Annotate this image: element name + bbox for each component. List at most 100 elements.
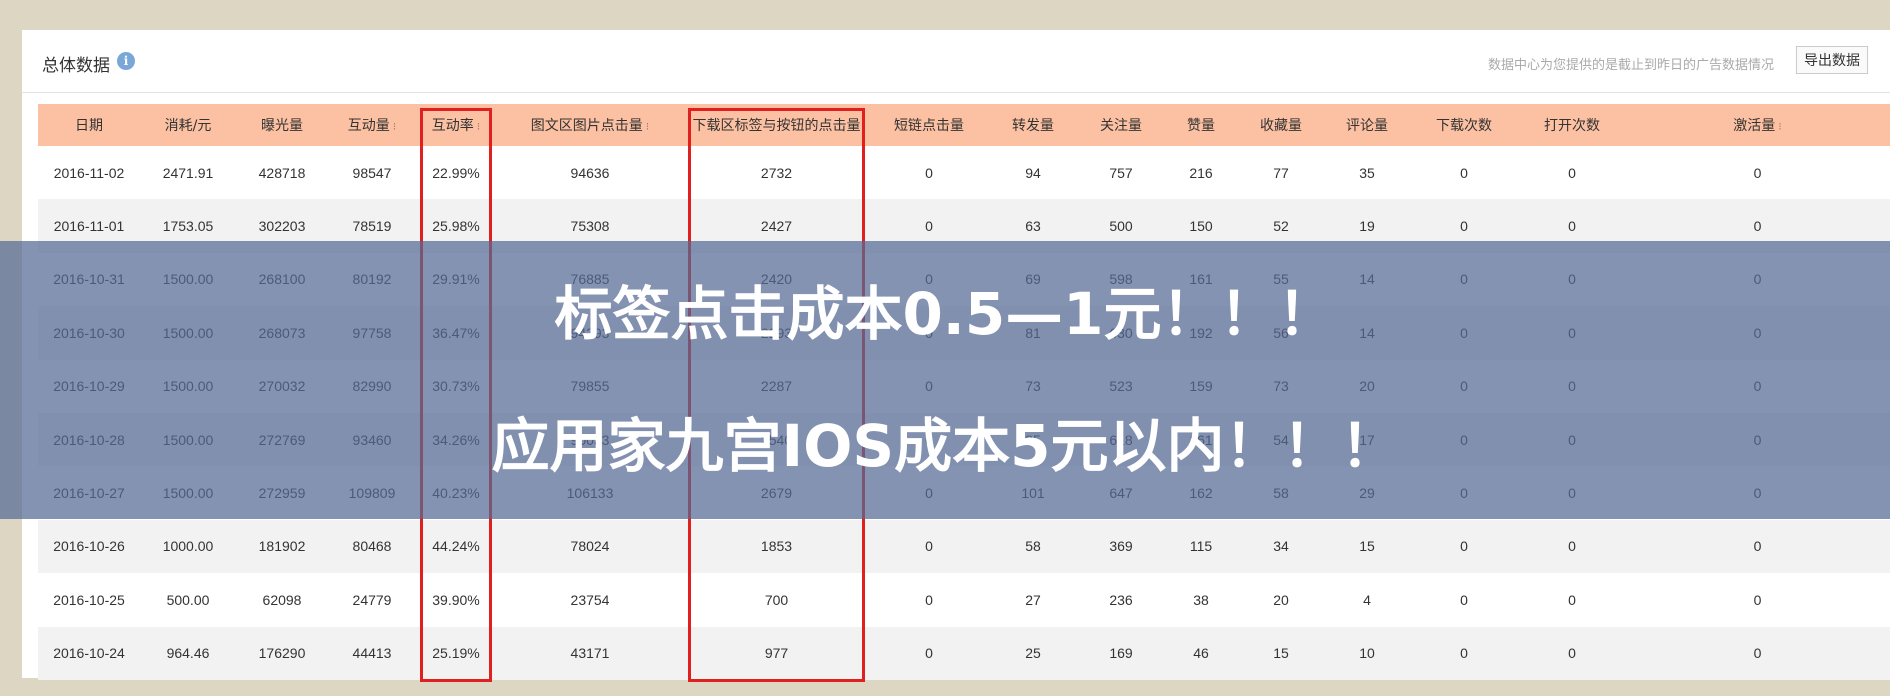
column-header-label: 图文区图片点击量	[530, 118, 643, 134]
column-header: 赞量	[1165, 104, 1237, 146]
table-cell: 35	[1359, 164, 1375, 181]
sort-icon[interactable]: ⁝	[393, 120, 397, 133]
column-header-label: 下载区标签与按钮的点击量	[692, 118, 861, 134]
column-header: 下载次数	[1409, 104, 1519, 146]
table-cell: 977	[684, 626, 869, 680]
column-header-label: 下载次数	[1436, 118, 1492, 134]
column-header: 关注量	[1077, 104, 1165, 146]
panel-title: 总体数据	[42, 56, 110, 76]
table-cell: 2016-10-24	[38, 626, 140, 680]
column-header: 曝光量	[236, 104, 328, 146]
table-cell: 80468	[328, 519, 416, 574]
table-row: 2016-10-25 500.00 62098 24779 39.90% 23754 700…	[38, 573, 1890, 626]
table-cell: 0	[1409, 519, 1519, 574]
column-header-label: 互动率	[431, 118, 474, 134]
column-header-label: 关注量	[1100, 118, 1142, 134]
table-cell: 236	[1109, 591, 1133, 608]
table-cell: 0	[1460, 164, 1468, 181]
column-header-label: 曝光量	[261, 118, 303, 134]
column-header: 短链点击量	[869, 104, 989, 146]
table-cell: 169	[1077, 626, 1165, 680]
table-cell: 0	[869, 626, 989, 680]
column-header[interactable]: 激活量 ⁝	[1625, 104, 1890, 146]
column-header[interactable]: 互动率 ⁝	[416, 104, 496, 146]
column-header-label: 激活量	[1733, 118, 1776, 134]
table-cell: 25	[989, 626, 1077, 680]
promo-line-1: 标签点击成本0.5—1元！！！	[554, 280, 1336, 348]
table-cell: 44413	[328, 626, 416, 680]
sort-icon[interactable]: ⁝	[646, 120, 650, 133]
sort-icon[interactable]: ⁝	[1778, 120, 1782, 133]
table-cell: 0	[1519, 519, 1625, 574]
column-header-label: 评论量	[1346, 118, 1388, 134]
promo-banner-overlay: 标签点击成本0.5—1元！！！ 应用家九宫IOS成本5元以内！！！	[0, 241, 1890, 519]
column-header: 消耗/元	[140, 104, 236, 146]
table-row: 2016-10-24 964.46 176290 44413 25.19% 43171 97…	[38, 626, 1890, 680]
column-header[interactable]: 图文区图片点击量 ⁝	[496, 104, 684, 146]
table-cell: 0	[1519, 626, 1625, 680]
table-cell: 2016-11-02	[53, 164, 125, 181]
sort-icon[interactable]: ⁝	[477, 120, 481, 133]
table-header-row: 日期 消耗/元 曝光量 互动量 ⁝ 互动率 ⁝ 图文区图片点击量 ⁝ 下载区标签与按钮的点击量 短链…	[38, 104, 1890, 146]
table-cell: 15	[1237, 626, 1325, 680]
table-cell: 0	[869, 519, 989, 574]
table-cell: 38	[1193, 591, 1209, 608]
table-cell: 428718	[258, 164, 306, 181]
info-icon[interactable]: i	[117, 52, 135, 70]
column-header-label: 收藏量	[1260, 118, 1302, 134]
column-header-label: 短链点击量	[894, 118, 964, 134]
table-cell: 22.99%	[432, 164, 480, 181]
table-cell: 1853	[684, 519, 869, 574]
column-header: 日期	[38, 104, 140, 146]
table-cell: 15	[1325, 519, 1409, 574]
table-cell: 0	[1568, 164, 1576, 181]
data-source-note: 数据中心为您提供的是截止到昨日的广告数据情况	[1487, 58, 1774, 73]
column-header: 评论量	[1325, 104, 1409, 146]
table-cell: 62098	[262, 591, 302, 608]
table-cell: 0	[1625, 519, 1890, 574]
table-cell: 0	[1753, 591, 1762, 608]
table-cell: 757	[1109, 164, 1133, 181]
table-row: 2016-11-02 2471.91 428718 98547 22.99% 94636 2…	[38, 146, 1890, 199]
column-header-label: 打开次数	[1544, 118, 1600, 134]
table-cell: 4	[1363, 591, 1371, 608]
table-cell: 181902	[236, 519, 328, 574]
table-cell: 0	[1625, 626, 1890, 680]
table-cell: 2732	[760, 164, 793, 181]
table-cell: 0	[1460, 591, 1468, 608]
column-header: 下载区标签与按钮的点击量	[684, 104, 869, 146]
table-cell: 0	[1409, 626, 1519, 680]
table-cell: 2016-10-26	[38, 519, 140, 574]
table-row: 2016-10-26 1000.00 181902 80468 44.24% 78024 1…	[38, 519, 1890, 574]
table-cell: 500.00	[166, 591, 210, 608]
export-data-button[interactable]: 导出数据	[1796, 46, 1868, 74]
table-cell: 2471.91	[162, 164, 214, 181]
table-cell: 94	[1025, 164, 1041, 181]
column-header-label: 转发量	[1012, 118, 1054, 134]
table-cell: 0	[1568, 591, 1576, 608]
table-cell: 43171	[496, 626, 684, 680]
table-cell: 10	[1325, 626, 1409, 680]
column-header-label: 日期	[75, 118, 103, 134]
table-cell: 44.24%	[416, 519, 496, 574]
table-cell: 0	[925, 164, 933, 181]
table-cell: 216	[1189, 164, 1213, 181]
table-cell: 369	[1077, 519, 1165, 574]
table-cell: 77	[1273, 164, 1289, 181]
table-cell: 58	[989, 519, 1077, 574]
table-cell: 964.46	[140, 626, 236, 680]
table-cell: 700	[764, 591, 789, 608]
panel-header: 总体数据 i 数据中心为您提供的是截止到昨日的广告数据情况 导出数据	[22, 30, 1890, 93]
column-header: 转发量	[989, 104, 1077, 146]
column-header-label: 互动量	[347, 118, 390, 134]
table-cell: 2016-10-25	[53, 591, 125, 608]
table-cell: 20	[1273, 591, 1289, 608]
column-header-label: 消耗/元	[164, 118, 212, 134]
column-header[interactable]: 互动量 ⁝	[328, 104, 416, 146]
table-cell: 98547	[352, 164, 392, 181]
table-cell: 1000.00	[140, 519, 236, 574]
table-cell: 46	[1165, 626, 1237, 680]
table-cell: 0	[1753, 164, 1762, 181]
table-cell: 94636	[570, 164, 610, 181]
table-cell: 78024	[496, 519, 684, 574]
